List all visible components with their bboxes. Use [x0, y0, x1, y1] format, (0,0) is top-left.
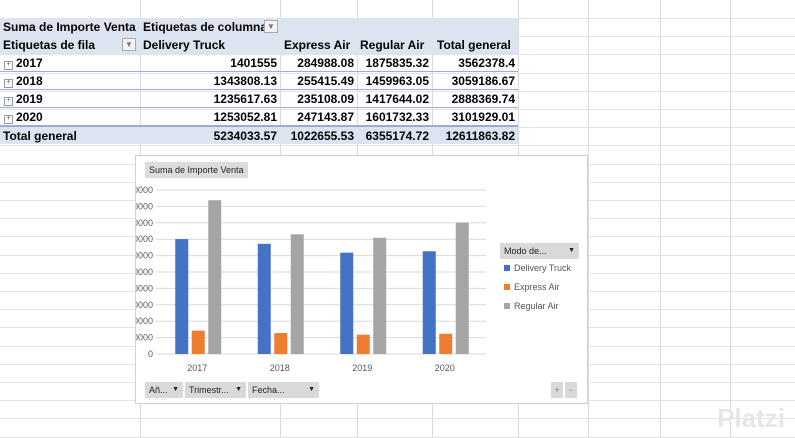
bar-regular-air-2019[interactable]	[373, 237, 387, 354]
cell: 12611863.82	[445, 129, 515, 143]
row-label[interactable]: +2019	[0, 92, 43, 106]
platzi-watermark: Platzi	[717, 403, 785, 433]
total-label: Total general	[3, 129, 77, 143]
bar-express-air-2017[interactable]	[191, 330, 205, 354]
cell: 6355174.72	[365, 129, 429, 143]
pivot-header-1: Suma de Importe Venta Etiquetas de colum…	[0, 18, 518, 36]
y-tick-label: 1200000	[136, 251, 153, 261]
legend-swatch	[504, 265, 510, 271]
column-header: Total general	[437, 38, 511, 52]
cell: 1343808.13	[213, 74, 277, 88]
cell: 1417644.02	[365, 92, 429, 106]
x-tick-label: 2017	[187, 363, 207, 373]
pivot-chart[interactable]: Suma de Importe Venta 020000040000060000…	[135, 155, 588, 404]
pivot-header-2: Etiquetas de fila ▼ Delivery Truck Expre…	[0, 36, 518, 54]
y-tick-label: 600000	[136, 300, 153, 310]
grand-total-row: Total general 5234033.57 1022655.53 6355…	[0, 126, 518, 144]
column-header: Regular Air	[360, 38, 425, 52]
bar-regular-air-2018[interactable]	[290, 234, 304, 354]
expand-icon[interactable]: +	[4, 97, 13, 106]
cell: 1875835.32	[365, 56, 429, 70]
chevron-down-icon: ▼	[568, 247, 575, 254]
legend-item: Regular Air	[504, 301, 559, 311]
pivot-row: +2019 1235617.63 235108.09 1417644.02 28…	[0, 90, 518, 108]
column-filter-dropdown[interactable]: ▼	[264, 20, 278, 33]
y-tick-label: 1400000	[136, 234, 153, 244]
row-label[interactable]: +2018	[0, 74, 43, 88]
cell: 1235617.63	[213, 92, 277, 106]
bar-delivery-truck-2019[interactable]	[340, 252, 354, 354]
legend-swatch	[504, 303, 510, 309]
row-label[interactable]: +2020	[0, 110, 43, 124]
pivot-row: +2020 1253052.81 247143.87 1601732.33 31…	[0, 108, 518, 126]
column-labels: Etiquetas de columna	[143, 20, 268, 34]
cell: 1459963.05	[365, 74, 429, 88]
cell: 1253052.81	[213, 110, 277, 124]
cell: 2888369.74	[451, 92, 515, 106]
legend-item: Delivery Truck	[504, 263, 571, 273]
plot-area: 0 200000 400000 600000 800000 1000000 1200000 1…	[136, 185, 486, 373]
x-tick-label: 2020	[435, 363, 455, 373]
y-tick-label: 1600000	[136, 218, 153, 228]
bar-regular-air-2017[interactable]	[208, 200, 222, 354]
cell: 247143.87	[297, 110, 354, 124]
expand-icon[interactable]: +	[4, 79, 13, 88]
legend-swatch	[504, 284, 510, 290]
pivot-row: +2018 1343808.13 255415.49 1459963.05 30…	[0, 72, 518, 90]
expand-icon[interactable]: +	[4, 61, 13, 70]
cell: 3101929.01	[451, 110, 515, 124]
y-tick-label: 0	[148, 349, 153, 359]
y-tick-label: 1000000	[136, 267, 153, 277]
filter-label: Fecha...	[252, 385, 285, 395]
row-label[interactable]: +2017	[0, 56, 43, 70]
y-tick-label: 800000	[136, 283, 153, 293]
x-tick-label: 2019	[352, 363, 372, 373]
cell: 255415.49	[297, 74, 354, 88]
row-labels: Etiquetas de fila	[3, 38, 96, 52]
bar-express-air-2018[interactable]	[274, 333, 288, 354]
cell: 5234033.57	[213, 129, 277, 143]
bar-delivery-truck-2018[interactable]	[257, 243, 271, 354]
chevron-down-icon: ▼	[172, 386, 179, 393]
column-header: Delivery Truck	[143, 38, 226, 52]
chevron-down-icon: ▼	[308, 386, 315, 393]
column-header: Express Air	[284, 38, 351, 52]
pivot-value-field: Suma de Importe Venta	[3, 20, 136, 34]
legend-item: Express Air	[504, 282, 560, 292]
row-filter-dropdown[interactable]: ▼	[122, 38, 136, 51]
y-tick-label: 2000000	[136, 185, 153, 195]
cell: 1022655.53	[290, 129, 354, 143]
filter-label: Trimestr...	[189, 385, 229, 395]
bar-regular-air-2020[interactable]	[455, 222, 469, 354]
chevron-down-icon: ▼	[235, 386, 242, 393]
bar-delivery-truck-2017[interactable]	[175, 239, 189, 354]
bar-express-air-2019[interactable]	[356, 334, 370, 354]
cell: 1601732.33	[365, 110, 429, 124]
legend-title: Modo de...	[504, 246, 547, 256]
filter-quarter-button[interactable]: Trimestr... ▼	[185, 382, 246, 398]
filter-date-button[interactable]: Fecha... ▼	[248, 382, 319, 398]
pivot-row: +2017 1401555 284988.08 1875835.32 35623…	[0, 54, 518, 72]
pivot-table: Suma de Importe Venta Etiquetas de colum…	[0, 18, 518, 144]
expand-icon[interactable]: +	[4, 115, 13, 124]
cell: 3562378.4	[458, 56, 515, 70]
expand-button[interactable]: +	[551, 382, 563, 398]
cell: 235108.09	[297, 92, 354, 106]
cell: 3059186.67	[451, 74, 515, 88]
bar-delivery-truck-2020[interactable]	[422, 251, 436, 354]
cell: 1401555	[230, 56, 277, 70]
y-tick-label: 200000	[136, 333, 153, 343]
cell: 284988.08	[297, 56, 354, 70]
filter-year-button[interactable]: Añ... ▼	[145, 382, 183, 398]
y-tick-label: 400000	[136, 316, 153, 326]
x-tick-label: 2018	[270, 363, 290, 373]
filter-label: Añ...	[149, 385, 168, 395]
bar-express-air-2020[interactable]	[439, 333, 453, 354]
y-tick-label: 1800000	[136, 201, 153, 211]
collapse-button[interactable]: −	[565, 382, 577, 398]
legend-filter-button[interactable]: Modo de... ▼	[500, 243, 579, 259]
